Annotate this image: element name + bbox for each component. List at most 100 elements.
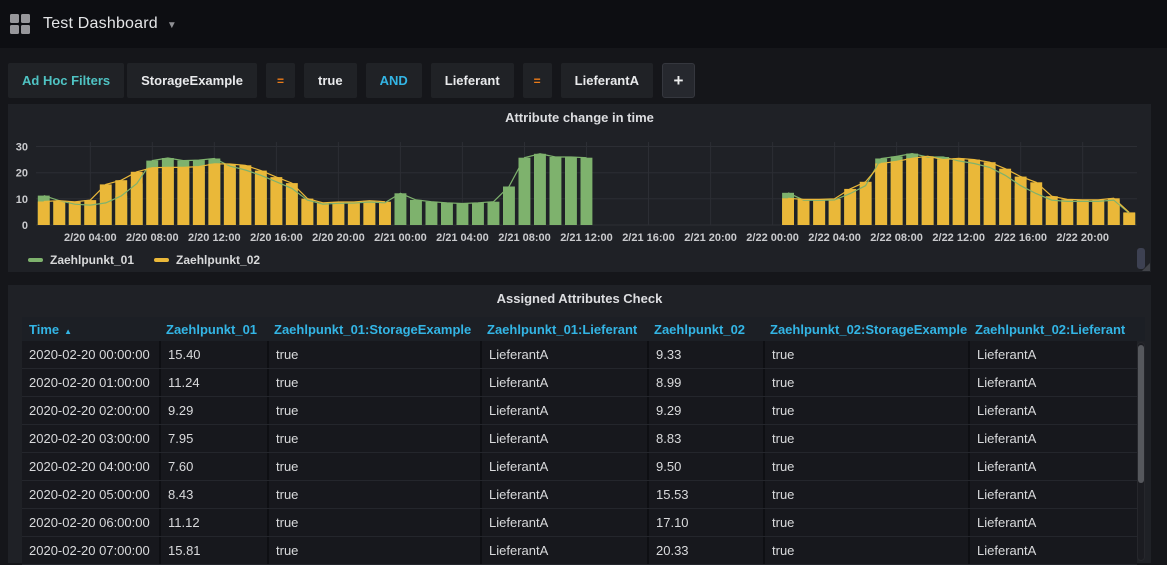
dashboard-grid-icon[interactable]	[10, 14, 30, 34]
table-cell: 11.24	[159, 369, 267, 396]
grid-square	[21, 25, 30, 34]
chevron-down-icon[interactable]: ▼	[167, 20, 177, 31]
dashboard-title[interactable]: Test Dashboard	[43, 15, 158, 33]
graph-plot-area: 01020302/20 04:002/20 08:002/20 12:002/2…	[8, 130, 1151, 272]
table-cell: 9.29	[159, 397, 267, 424]
table-cell: 9.29	[647, 397, 763, 424]
table-scrollbar-track[interactable]	[1137, 342, 1145, 561]
table-cell: LieferantA	[480, 537, 647, 564]
column-header-time[interactable]: Time▲	[22, 322, 159, 337]
table-cell: LieferantA	[968, 509, 1137, 536]
svg-text:2/20 04:00: 2/20 04:00	[64, 232, 117, 244]
table-cell: true	[267, 425, 480, 452]
sort-asc-icon: ▲	[64, 327, 72, 336]
table-panel-title[interactable]: Assigned Attributes Check	[8, 285, 1151, 311]
table-scrollbar-thumb[interactable]	[1138, 345, 1144, 483]
column-header-zaehlpunkt-02[interactable]: Zaehlpunkt_02	[647, 322, 763, 337]
adhoc-filter-op[interactable]: =	[266, 63, 295, 98]
table-cell: 9.33	[647, 341, 763, 368]
svg-text:20: 20	[16, 168, 28, 180]
table-cell: 2020-02-20 07:00:00	[22, 537, 159, 564]
svg-text:2/22 12:00: 2/22 12:00	[932, 232, 985, 244]
panel-resize-handle[interactable]	[1142, 263, 1150, 271]
svg-text:2/22 00:00: 2/22 00:00	[746, 232, 799, 244]
legend-item-Zaehlpunkt_01[interactable]: Zaehlpunkt_01	[28, 253, 134, 267]
table-cell: LieferantA	[968, 453, 1137, 480]
table-cell: true	[267, 397, 480, 424]
table-row: 2020-02-20 00:00:0015.40trueLieferantA9.…	[22, 341, 1137, 369]
table-row: 2020-02-20 01:00:0011.24trueLieferantA8.…	[22, 369, 1137, 397]
table-row: 2020-02-20 04:00:007.60trueLieferantA9.5…	[22, 453, 1137, 481]
table-cell: 2020-02-20 00:00:00	[22, 341, 159, 368]
table-cell: LieferantA	[968, 369, 1137, 396]
column-header-zaehlpunkt-02-lieferant[interactable]: Zaehlpunkt_02:Lieferant	[968, 322, 1137, 337]
legend-label: Zaehlpunkt_02	[176, 253, 260, 267]
table-cell: 7.60	[159, 453, 267, 480]
svg-text:2/20 20:00: 2/20 20:00	[312, 232, 365, 244]
svg-text:2/22 04:00: 2/22 04:00	[808, 232, 861, 244]
table-cell: true	[763, 509, 968, 536]
table-cell: LieferantA	[480, 397, 647, 424]
table-row: 2020-02-20 02:00:009.29trueLieferantA9.2…	[22, 397, 1137, 425]
svg-text:2/21 04:00: 2/21 04:00	[436, 232, 489, 244]
table-cell: 2020-02-20 03:00:00	[22, 425, 159, 452]
svg-text:2/21 08:00: 2/21 08:00	[498, 232, 551, 244]
top-navbar: Test Dashboard ▼	[0, 0, 1167, 48]
svg-text:2/21 20:00: 2/21 20:00	[684, 232, 737, 244]
svg-text:2/21 12:00: 2/21 12:00	[560, 232, 613, 244]
svg-text:0: 0	[22, 220, 28, 232]
grid-square	[10, 25, 19, 34]
table-cell: LieferantA	[480, 425, 647, 452]
table-cell: 17.10	[647, 509, 763, 536]
table-cell: 11.12	[159, 509, 267, 536]
svg-text:2/21 00:00: 2/21 00:00	[374, 232, 427, 244]
table-cell: LieferantA	[968, 341, 1137, 368]
table-cell: LieferantA	[480, 453, 647, 480]
table-cell: true	[267, 341, 480, 368]
adhoc-filter-key[interactable]: Lieferant	[431, 63, 514, 98]
table-cell: true	[763, 537, 968, 564]
column-header-zaehlpunkt-01-lieferant[interactable]: Zaehlpunkt_01:Lieferant	[480, 322, 647, 337]
table-cell: LieferantA	[968, 397, 1137, 424]
table-row: 2020-02-20 06:00:0011.12trueLieferantA17…	[22, 509, 1137, 537]
add-filter-button[interactable]: +	[662, 63, 695, 98]
table-cell: LieferantA	[968, 481, 1137, 508]
svg-text:2/22 20:00: 2/22 20:00	[1056, 232, 1109, 244]
column-header-zaehlpunkt-01[interactable]: Zaehlpunkt_01	[159, 322, 267, 337]
table-header-row: Time▲Zaehlpunkt_01Zaehlpunkt_01:StorageE…	[22, 317, 1145, 341]
graph-panel-title[interactable]: Attribute change in time	[8, 104, 1151, 130]
table-cell: true	[267, 509, 480, 536]
table-cell: true	[763, 369, 968, 396]
adhoc-filter-value[interactable]: LieferantA	[561, 63, 653, 98]
svg-text:2/21 16:00: 2/21 16:00	[622, 232, 675, 244]
table-cell: 8.83	[647, 425, 763, 452]
table-cell: true	[763, 341, 968, 368]
svg-text:2/20 12:00: 2/20 12:00	[188, 232, 241, 244]
table-row: 2020-02-20 07:00:0015.81trueLieferantA20…	[22, 537, 1137, 565]
adhoc-filter-op[interactable]: =	[523, 63, 552, 98]
table-cell: 15.40	[159, 341, 267, 368]
table-cell: true	[763, 397, 968, 424]
svg-text:2/22 16:00: 2/22 16:00	[994, 232, 1047, 244]
table-cell: 20.33	[647, 537, 763, 564]
svg-text:2/22 08:00: 2/22 08:00	[870, 232, 923, 244]
table-cell: true	[763, 453, 968, 480]
adhoc-filter-cond[interactable]: AND	[366, 63, 422, 98]
svg-text:10: 10	[16, 194, 28, 206]
legend-label: Zaehlpunkt_01	[50, 253, 134, 267]
grid-square	[21, 14, 30, 23]
table-cell: 2020-02-20 02:00:00	[22, 397, 159, 424]
column-header-zaehlpunkt-02-storageexample[interactable]: Zaehlpunkt_02:StorageExample	[763, 322, 968, 337]
svg-text:2/20 16:00: 2/20 16:00	[250, 232, 303, 244]
table-row: 2020-02-20 03:00:007.95trueLieferantA8.8…	[22, 425, 1137, 453]
table-cell: LieferantA	[968, 425, 1137, 452]
table-cell: true	[763, 425, 968, 452]
adhoc-filter-key[interactable]: StorageExample	[127, 63, 257, 98]
table-cell: 15.53	[647, 481, 763, 508]
column-header-zaehlpunkt-01-storageexample[interactable]: Zaehlpunkt_01:StorageExample	[267, 322, 480, 337]
legend-item-Zaehlpunkt_02[interactable]: Zaehlpunkt_02	[154, 253, 260, 267]
attribute-change-chart[interactable]: 01020302/20 04:002/20 08:002/20 12:002/2…	[8, 130, 1151, 272]
table-cell: true	[267, 481, 480, 508]
adhoc-filter-value[interactable]: true	[304, 63, 357, 98]
table-cell: 8.43	[159, 481, 267, 508]
